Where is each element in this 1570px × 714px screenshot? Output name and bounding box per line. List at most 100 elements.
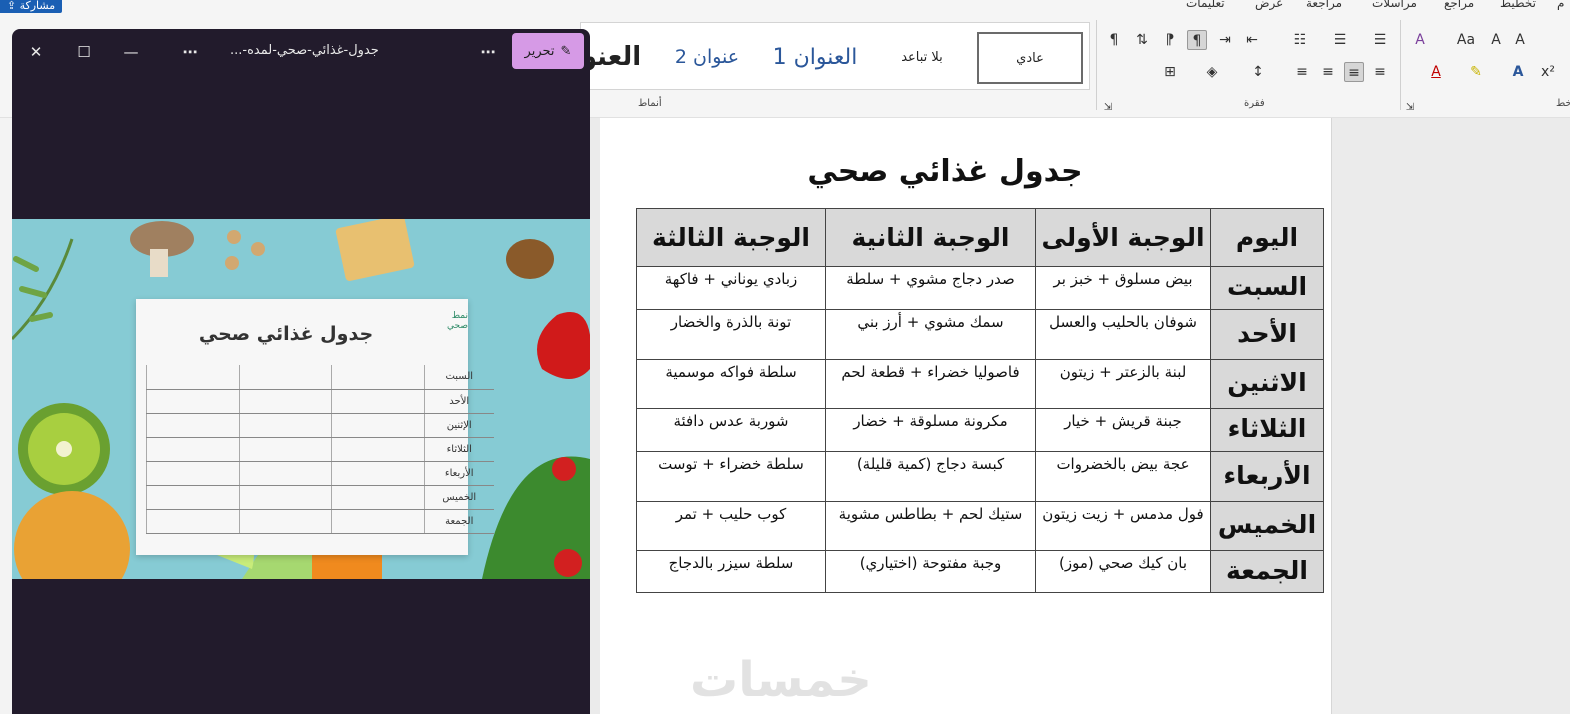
viewer-image: نمط صحي جدول غذائي صحي السبت الأحد الإثن… [12,219,590,579]
tab-mailings[interactable]: مراسلات [1372,0,1417,10]
more-options-icon[interactable]: ⋯ [179,41,201,63]
meal-cell[interactable]: لبنة بالزعتر + زيتون [1035,359,1211,409]
borders-icon[interactable]: ⊞ [1160,62,1180,82]
tab-review[interactable]: مراجعة [1306,0,1342,10]
style-heading2[interactable]: عنوان 2 [667,23,747,91]
header-cell[interactable]: الوجبة الثانية [825,208,1036,267]
styles-gallery: العنو عنوان 2 العنوان 1 بلا تباعد عادي [580,22,1090,90]
table-row: الأربعاء عجة بيض بالخضروات كبسة دجاج (كم… [636,451,1324,502]
meal-cell[interactable]: شوربة عدس دافئة [636,408,826,452]
table-row: الأحد شوفان بالحليب والعسل سمك مشوي + أر… [636,309,1324,360]
share-button[interactable]: ⇪ مشاركة [0,0,62,13]
card-day: الثلاثاء [423,437,494,462]
document-page[interactable]: جدول غذائي صحي اليوم الوجبة الأولى الوجب… [600,118,1332,714]
day-cell[interactable]: الأربعاء [1210,451,1324,502]
table-row: الاثنين لبنة بالزعتر + زيتون فاصوليا خضر… [636,359,1324,409]
share-icon: ⇪ [6,0,17,12]
ltr-direction-icon[interactable]: ⁋ [1160,30,1180,50]
meal-cell[interactable]: تونة بالذرة والخضار [636,309,826,360]
style-heading1[interactable]: العنوان 1 [765,23,865,91]
show-marks-icon[interactable]: ¶ [1104,30,1124,50]
day-cell[interactable]: الجمعة [1210,550,1324,593]
tab-references[interactable]: مراجع [1444,0,1474,10]
edit-image-icon: ✎ [560,43,572,59]
day-cell[interactable]: الثلاثاء [1210,408,1324,452]
card-day: الأربعاء [423,461,494,486]
meal-cell[interactable]: جبنة قريش + خيار [1035,408,1211,452]
align-left-icon[interactable]: ≡ [1318,62,1338,82]
rtl-direction-icon[interactable]: ¶ [1187,30,1207,50]
meal-cell[interactable]: صدر دجاج مشوي + سلطة [825,266,1036,310]
font-color-icon[interactable]: A [1426,62,1446,82]
paragraph-launcher-icon[interactable]: ⇲ [1400,98,1420,118]
clear-formatting-icon[interactable]: A [1410,30,1430,50]
meal-cell[interactable]: سلطة خضراء + توست [636,451,826,502]
day-cell[interactable]: السبت [1210,266,1324,310]
word-window: ⇪ مشاركة تعليمات عرض مراجعة مراسلات مراج… [0,0,1570,714]
meal-cell[interactable]: كبسة دجاج (كمية قليلة) [825,451,1036,502]
grow-font-icon[interactable]: A [1510,30,1530,50]
day-cell[interactable]: الخميس [1210,501,1324,551]
meal-cell[interactable]: بيض مسلوق + خبز بر [1035,266,1211,310]
change-case-icon[interactable]: Aa [1456,30,1476,50]
style-title[interactable]: العنو [581,23,641,91]
style-no-spacing[interactable]: بلا تباعد [877,23,967,91]
shading-icon[interactable]: ◈ [1202,62,1222,82]
meal-cell[interactable]: عجة بيض بالخضروات [1035,451,1211,502]
tab-layout[interactable]: تخطيط [1500,0,1536,10]
meal-cell[interactable]: شوفان بالحليب والعسل [1035,309,1211,360]
ribbon-separator [1096,20,1097,110]
decrease-indent-icon[interactable]: ⇤ [1242,30,1262,50]
meal-cell[interactable]: وجبة مفتوحة (اختياري) [825,550,1036,593]
minimize-icon[interactable]: — [120,41,142,63]
style-normal[interactable]: عادي [977,32,1083,84]
meal-cell[interactable]: كوب حليب + تمر [636,501,826,551]
multilevel-list-icon[interactable]: ☷ [1290,30,1310,50]
tab-partial[interactable]: م [1557,0,1564,10]
meal-cell[interactable]: مكرونة مسلوقة + خضار [825,408,1036,452]
shrink-font-icon[interactable]: A [1486,30,1506,50]
align-right-icon[interactable]: ≡ [1370,62,1390,82]
meal-cell[interactable]: بان كيك صحي (موز) [1035,550,1211,593]
meal-cell[interactable]: فول مدمس + زيت زيتون [1035,501,1211,551]
sort-icon[interactable]: ⇅ [1132,30,1152,50]
align-center-icon[interactable]: ≡ [1344,62,1364,82]
card-brand-logo: نمط صحي [447,311,468,331]
meal-cell[interactable]: سلطة فواكه موسمية [636,359,826,409]
meal-cell[interactable]: فاصوليا خضراء + قطعة لحم [825,359,1036,409]
header-cell[interactable]: الوجبة الأولى [1035,208,1211,267]
text-effects-icon[interactable]: A [1508,62,1528,82]
close-icon[interactable]: ✕ [25,41,47,63]
styles-launcher-icon[interactable]: ⇲ [1098,98,1118,118]
meal-table[interactable]: اليوم الوجبة الأولى الوجبة الثانية الوجب… [636,208,1324,593]
numbered-list-icon[interactable]: ☰ [1330,30,1350,50]
tab-help[interactable]: تعليمات [1186,0,1225,10]
more-actions-icon[interactable]: ⋯ [477,41,499,63]
tab-view[interactable]: عرض [1255,0,1283,10]
card-day: الإثنين [423,413,494,438]
day-cell[interactable]: الاثنين [1210,359,1324,409]
edit-button[interactable]: تحرير ✎ [512,33,584,69]
viewer-titlebar: ✕ ☐ — ⋯ جدول-غذائي-صحي-لمده-... ⋯ تحرير ✎ [12,29,590,73]
highlight-icon[interactable]: ✎ [1466,62,1486,82]
meal-cell[interactable]: سمك مشوي + أرز بني [825,309,1036,360]
meal-cell[interactable]: ستيك لحم + بطاطس مشوية [825,501,1036,551]
maximize-icon[interactable]: ☐ [73,41,95,63]
superscript-icon[interactable]: x² [1538,62,1558,82]
table-header-row: اليوم الوجبة الأولى الوجبة الثانية الوجب… [636,208,1324,267]
font-group-label: خط [1556,98,1570,109]
meal-cell[interactable]: زبادي يوناني + فاكهة [636,266,826,310]
header-cell[interactable]: الوجبة الثالثة [636,208,826,267]
meal-cell[interactable]: سلطة سيزر بالدجاج [636,550,826,593]
image-viewer-window: ✕ ☐ — ⋯ جدول-غذائي-صحي-لمده-... ⋯ تحرير ✎… [12,29,590,714]
header-cell[interactable]: اليوم [1210,208,1324,267]
line-spacing-icon[interactable]: ↕ [1248,62,1268,82]
justify-icon[interactable]: ≡ [1292,62,1312,82]
bullet-list-icon[interactable]: ☰ [1370,30,1390,50]
styles-group-label: أنماط [638,98,662,109]
ribbon-tabs: ⇪ مشاركة تعليمات عرض مراجعة مراسلات مراج… [0,0,1570,16]
day-cell[interactable]: الأحد [1210,309,1324,360]
watermark-logo: خمسات [690,652,872,708]
viewer-file-title: جدول-غذائي-صحي-لمده-... [230,43,379,58]
increase-indent-icon[interactable]: ⇥ [1215,30,1235,50]
